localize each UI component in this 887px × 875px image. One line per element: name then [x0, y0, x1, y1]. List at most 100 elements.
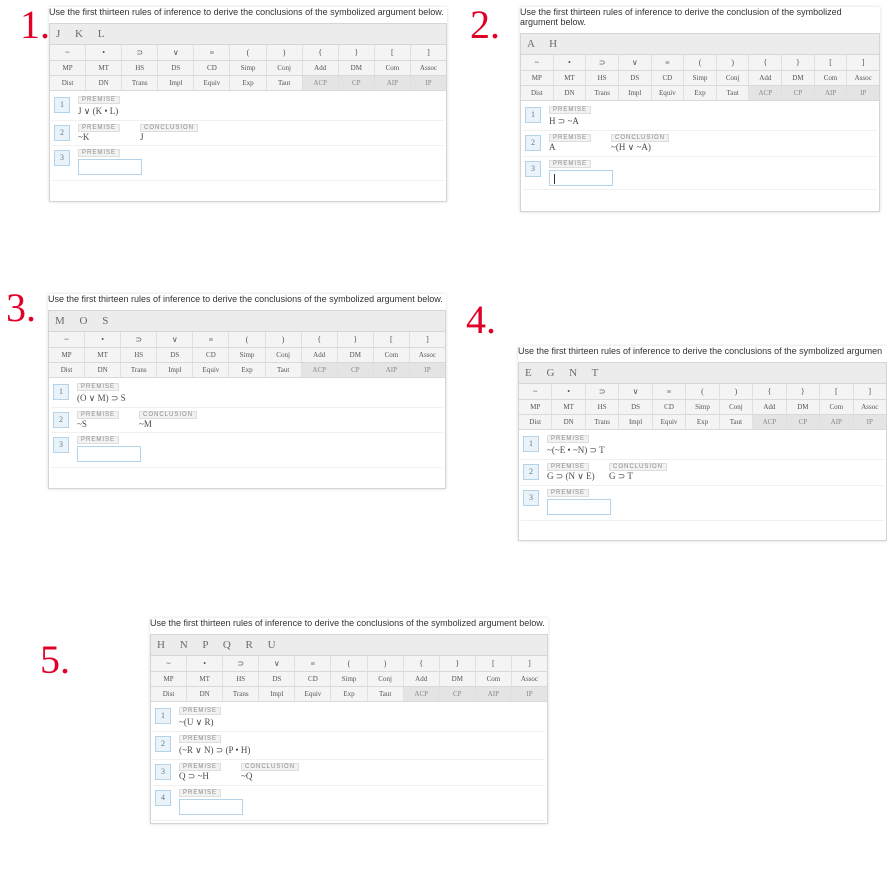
symbol-button[interactable]: ∨	[619, 55, 652, 70]
symbol-button[interactable]: {	[303, 45, 339, 60]
rule-button[interactable]: Add	[753, 400, 786, 414]
rule-button[interactable]: Dist	[151, 687, 187, 701]
line-number[interactable]: 3	[525, 161, 541, 177]
symbol-button[interactable]: ⊃	[586, 55, 619, 70]
rule-button[interactable]: DN	[187, 687, 223, 701]
symbol-button[interactable]: [	[815, 55, 848, 70]
rule-button[interactable]: Exp	[230, 76, 266, 90]
rule-button[interactable]: Exp	[229, 363, 265, 377]
rule-button[interactable]: HS	[121, 348, 157, 362]
rule-button[interactable]: AIP	[374, 363, 410, 377]
symbol-button[interactable]: ≡	[653, 384, 686, 399]
rule-button[interactable]: Add	[302, 348, 338, 362]
symbol-button[interactable]: ]	[512, 656, 547, 671]
rule-button[interactable]: Assoc	[512, 672, 547, 686]
rule-button[interactable]: MT	[85, 348, 121, 362]
line-number[interactable]: 2	[525, 135, 541, 151]
symbol-button[interactable]: ]	[411, 45, 446, 60]
rule-button[interactable]: Trans	[586, 86, 619, 100]
rule-button[interactable]: CD	[193, 348, 229, 362]
symbol-button[interactable]: ]	[854, 384, 886, 399]
symbol-button[interactable]: }	[338, 332, 374, 347]
rule-button[interactable]: ACP	[749, 86, 782, 100]
line-number[interactable]: 3	[155, 764, 171, 780]
rule-button[interactable]: IP	[411, 76, 446, 90]
rule-button[interactable]: MP	[50, 61, 86, 75]
rule-button[interactable]: CD	[295, 672, 331, 686]
rule-button[interactable]: DS	[158, 61, 194, 75]
rule-button[interactable]: Conj	[717, 71, 750, 85]
line-number[interactable]: 2	[155, 736, 171, 752]
rule-button[interactable]: MT	[554, 71, 587, 85]
rule-button[interactable]: Simp	[229, 348, 265, 362]
rule-button[interactable]: DN	[554, 86, 587, 100]
rule-button[interactable]: DS	[619, 400, 652, 414]
rule-button[interactable]: Com	[815, 71, 848, 85]
rule-button[interactable]: DM	[782, 71, 815, 85]
symbol-button[interactable]: ~	[50, 45, 86, 60]
premise-input[interactable]	[549, 170, 613, 186]
symbol-button[interactable]: ≡	[295, 656, 331, 671]
rule-button[interactable]: Assoc	[411, 61, 446, 75]
symbol-button[interactable]: )	[720, 384, 753, 399]
rule-button[interactable]: Taut	[720, 415, 753, 429]
symbol-button[interactable]: }	[339, 45, 375, 60]
line-number[interactable]: 1	[523, 436, 539, 452]
symbol-button[interactable]: )	[717, 55, 750, 70]
rule-button[interactable]: CD	[194, 61, 230, 75]
rule-button[interactable]: Conj	[720, 400, 753, 414]
premise-input[interactable]	[547, 499, 611, 515]
line-number[interactable]: 3	[54, 150, 70, 166]
rule-button[interactable]: HS	[223, 672, 259, 686]
symbol-button[interactable]: ∨	[157, 332, 193, 347]
rule-button[interactable]: Com	[375, 61, 411, 75]
rule-button[interactable]: MT	[187, 672, 223, 686]
line-number[interactable]: 2	[523, 464, 539, 480]
rule-button[interactable]: Equiv	[295, 687, 331, 701]
symbol-button[interactable]: (	[684, 55, 717, 70]
symbol-button[interactable]: {	[302, 332, 338, 347]
rule-button[interactable]: Taut	[266, 363, 302, 377]
rule-button[interactable]: Trans	[121, 363, 157, 377]
symbol-button[interactable]: }	[440, 656, 476, 671]
symbol-button[interactable]: ≡	[652, 55, 685, 70]
rule-button[interactable]: DS	[157, 348, 193, 362]
rule-button[interactable]: Impl	[157, 363, 193, 377]
rule-button[interactable]: CD	[653, 400, 686, 414]
rule-button[interactable]: Equiv	[193, 363, 229, 377]
symbol-button[interactable]: ⊃	[586, 384, 619, 399]
symbol-button[interactable]: ≡	[193, 332, 229, 347]
rule-button[interactable]: Com	[476, 672, 512, 686]
symbol-button[interactable]: (	[230, 45, 266, 60]
rule-button[interactable]: Dist	[519, 415, 552, 429]
line-number[interactable]: 2	[54, 125, 70, 141]
rule-button[interactable]: Impl	[619, 415, 652, 429]
rule-button[interactable]: Assoc	[847, 71, 879, 85]
symbol-button[interactable]: (	[686, 384, 719, 399]
rule-button[interactable]: Simp	[331, 672, 367, 686]
rule-button[interactable]: Add	[303, 61, 339, 75]
rule-button[interactable]: Conj	[267, 61, 303, 75]
rule-button[interactable]: Taut	[267, 76, 303, 90]
rule-button[interactable]: IP	[512, 687, 547, 701]
symbol-button[interactable]: (	[229, 332, 265, 347]
rule-button[interactable]: Add	[749, 71, 782, 85]
premise-input[interactable]	[179, 799, 243, 815]
rule-button[interactable]: Conj	[368, 672, 404, 686]
symbol-button[interactable]: ⊃	[122, 45, 158, 60]
rule-button[interactable]: Conj	[266, 348, 302, 362]
line-number[interactable]: 1	[53, 384, 69, 400]
symbol-button[interactable]: )	[368, 656, 404, 671]
symbol-button[interactable]: •	[85, 332, 121, 347]
rule-button[interactable]: DN	[85, 363, 121, 377]
symbol-button[interactable]: ∨	[619, 384, 652, 399]
rule-button[interactable]: Exp	[331, 687, 367, 701]
symbol-button[interactable]: {	[404, 656, 440, 671]
symbol-button[interactable]: •	[187, 656, 223, 671]
symbol-button[interactable]: ~	[49, 332, 85, 347]
rule-button[interactable]: Impl	[158, 76, 194, 90]
symbol-button[interactable]: ≡	[194, 45, 230, 60]
symbol-button[interactable]: [	[820, 384, 853, 399]
rule-button[interactable]: Equiv	[653, 415, 686, 429]
rule-button[interactable]: IP	[410, 363, 445, 377]
